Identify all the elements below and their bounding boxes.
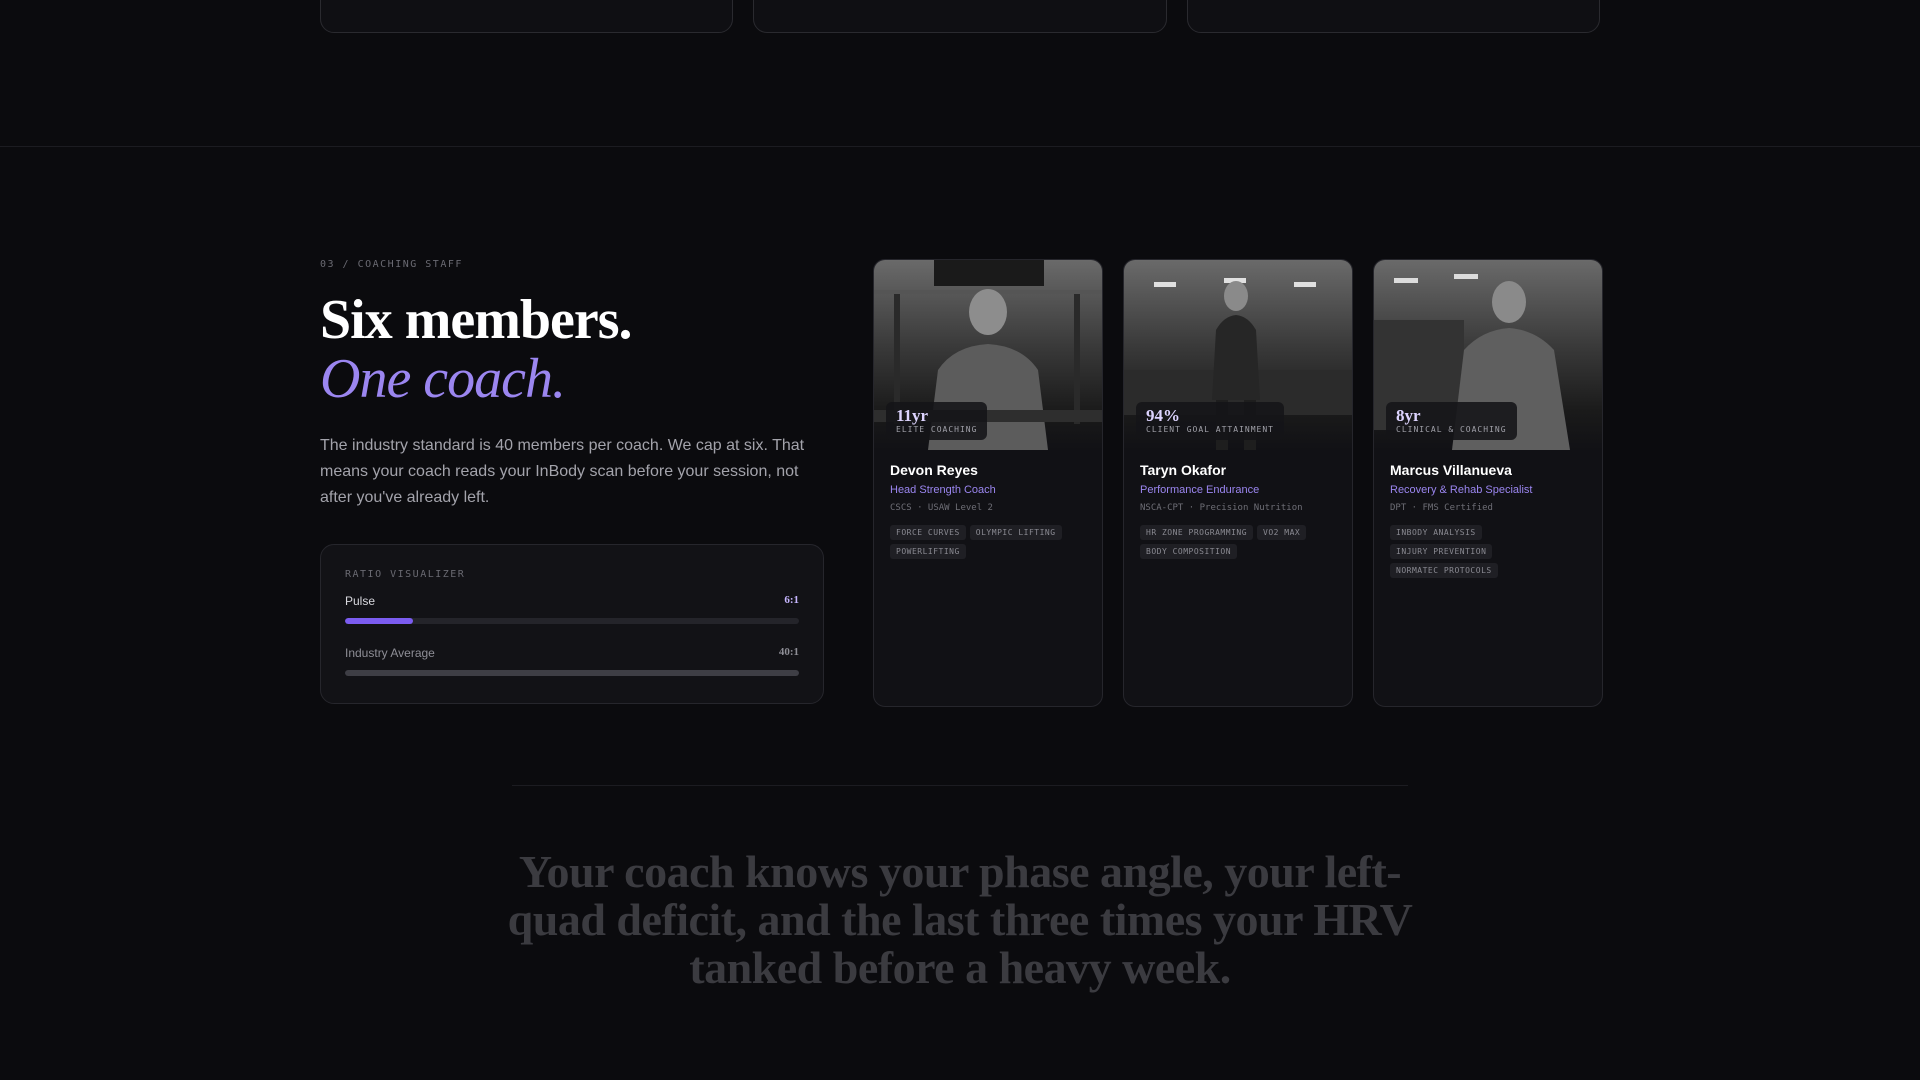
coach-tag: NORMATEC PROTOCOLS [1390, 563, 1498, 578]
previous-card [753, 0, 1167, 33]
ratio-bar-track [345, 618, 799, 624]
ratio-label: Industry Average [345, 646, 435, 660]
coach-card[interactable]: 94% CLIENT GOAL ATTAINMENT Taryn Okafor … [1123, 259, 1353, 707]
coach-stat-value: 94% [1146, 406, 1180, 425]
coach-name: Marcus Villanueva [1390, 462, 1512, 478]
ratio-value: 40:1 [778, 646, 799, 658]
coach-name: Devon Reyes [890, 462, 978, 478]
coach-tags: FORCE CURVES OLYMPIC LIFTING POWERLIFTIN… [890, 525, 1086, 559]
coach-tag: FORCE CURVES [890, 525, 966, 540]
pull-quote: Your coach knows your phase angle, your … [507, 846, 1413, 993]
coach-photo: 11yr ELITE COACHING [874, 260, 1102, 450]
ratio-bar-track [345, 670, 799, 676]
section-headline-accent: One coach. [320, 348, 566, 410]
section-divider [0, 146, 1920, 147]
coach-stat-label: ELITE COACHING [896, 425, 978, 434]
coach-tag: OLYMPIC LIFTING [969, 525, 1062, 540]
coach-tag: BODY COMPOSITION [1140, 544, 1238, 559]
coach-credentials: DPT · FMS Certified [1390, 503, 1493, 513]
ratio-title: RATIO VISUALIZER [345, 569, 466, 580]
coach-tag: HR ZONE PROGRAMMING [1140, 525, 1254, 540]
ratio-value: 6:1 [784, 594, 799, 606]
coach-tag: VO2 MAX [1257, 525, 1307, 540]
section-intro: The industry standard is 40 members per … [320, 437, 805, 506]
coach-tags: INBODY ANALYSIS INJURY PREVENTION NORMAT… [1390, 525, 1586, 578]
coach-photo: 94% CLIENT GOAL ATTAINMENT [1124, 260, 1352, 450]
coach-photo: 8yr CLINICAL & COACHING [1374, 260, 1602, 450]
coach-role: Performance Endurance [1140, 484, 1260, 496]
ratio-row-pulse: Pulse 6:1 [345, 594, 799, 608]
coach-stat: 94% CLIENT GOAL ATTAINMENT [1136, 402, 1284, 440]
previous-card [1186, 0, 1600, 33]
coach-stat: 8yr CLINICAL & COACHING [1386, 402, 1517, 440]
coach-role: Recovery & Rehab Specialist [1390, 484, 1533, 496]
ratio-label: Pulse [345, 594, 376, 608]
coach-stat-value: 8yr [1396, 406, 1421, 425]
coach-tag: INBODY ANALYSIS [1390, 525, 1482, 540]
coach-stat-value: 11yr [896, 406, 929, 425]
previous-section-cards [320, 0, 1600, 33]
coach-cards: 11yr ELITE COACHING Devon Reyes Head Str… [873, 259, 1603, 707]
coach-role: Head Strength Coach [890, 484, 996, 496]
previous-card [320, 0, 734, 33]
ratio-row-industry: Industry Average 40:1 [345, 646, 799, 660]
section-headline: Six members. [320, 289, 633, 351]
ratio-visualizer: RATIO VISUALIZER Pulse 6:1 Industry Aver… [320, 544, 824, 704]
ratio-bar-fill [345, 670, 799, 676]
coach-stat-label: CLIENT GOAL ATTAINMENT [1146, 425, 1274, 434]
coach-tag: POWERLIFTING [890, 544, 966, 559]
coach-tag: INJURY PREVENTION [1390, 544, 1493, 559]
section-eyebrow: 03 / COACHING STAFF [320, 259, 463, 270]
coach-stat-label: CLINICAL & COACHING [1396, 425, 1507, 434]
coach-stat: 11yr ELITE COACHING [886, 402, 988, 440]
quote-divider [512, 785, 1408, 786]
coach-credentials: CSCS · USAW Level 2 [890, 503, 993, 513]
ratio-bar-fill [345, 618, 414, 624]
coach-name: Taryn Okafor [1140, 462, 1227, 478]
coach-tags: HR ZONE PROGRAMMING VO2 MAX BODY COMPOSI… [1140, 525, 1336, 559]
coach-card[interactable]: 8yr CLINICAL & COACHING Marcus Villanuev… [1373, 259, 1603, 707]
coach-card[interactable]: 11yr ELITE COACHING Devon Reyes Head Str… [873, 259, 1103, 707]
coach-credentials: NSCA-CPT · Precision Nutrition [1140, 503, 1303, 513]
